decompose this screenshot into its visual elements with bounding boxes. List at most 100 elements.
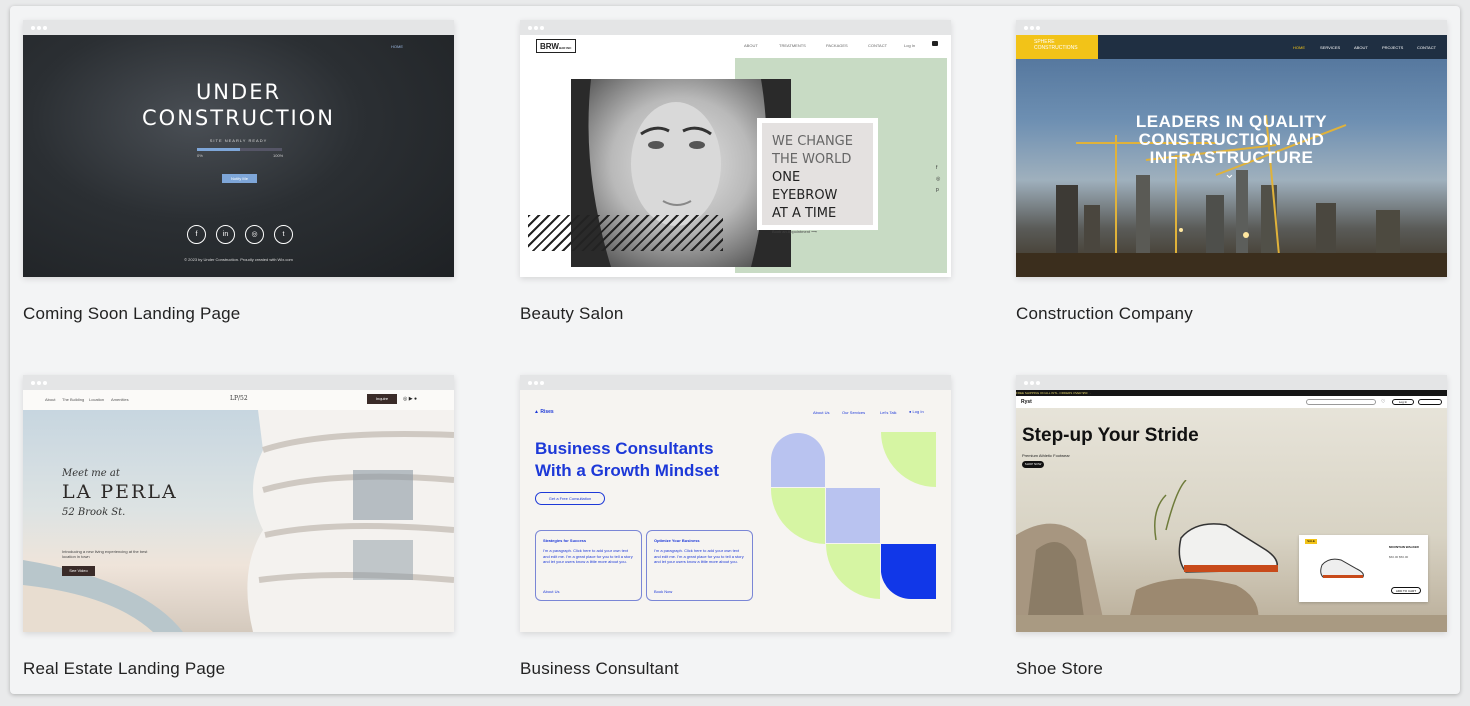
- template-card-construction[interactable]: SPHERE CONSTRUCTIONS HOME SERVICES ABOUT…: [1016, 20, 1447, 323]
- preview-progress-bar: [197, 148, 282, 151]
- preview-nav-treatments: TREATMENTS: [779, 43, 806, 48]
- preview-subline: SITE NEARLY READY: [209, 138, 268, 143]
- preview-nav-about: ABOUT: [1354, 45, 1368, 50]
- template-card-beauty-salon[interactable]: BRWBAR INC ABOUT TREATMENTS PACKAGES CON…: [520, 20, 951, 323]
- preview-nav-services: Our Services: [842, 410, 866, 415]
- preview-business-consultant: ▲ Rises About Us Our Services Let's Talk…: [520, 390, 951, 632]
- preview-inquire-button: Inquire: [367, 394, 397, 404]
- headline-line-3: ONE EYEBROW: [772, 170, 838, 203]
- template-card-coming-soon[interactable]: HOME UNDER CONSTRUCTION SITE NEARLY READ…: [23, 20, 454, 323]
- preview-login: ● Log In: [909, 409, 924, 414]
- headline-line-4: AT A TIME: [772, 206, 837, 221]
- preview-coming-soon: HOME UNDER CONSTRUCTION SITE NEARLY READ…: [23, 35, 454, 277]
- preview-cta: Get a Free Consultation: [535, 492, 605, 505]
- template-thumbnail[interactable]: BRWBAR INC ABOUT TREATMENTS PACKAGES CON…: [520, 20, 951, 277]
- template-title[interactable]: Construction Company: [1016, 304, 1193, 324]
- template-gallery: HOME UNDER CONSTRUCTION SITE NEARLY READ…: [10, 6, 1460, 694]
- preview-headline-1: UNDER: [195, 80, 282, 104]
- cart-icon: [1418, 399, 1442, 405]
- instagram-icon: ◎: [403, 396, 408, 402]
- headline-line-2: THE WORLD: [772, 152, 852, 167]
- instagram-icon: ◎: [245, 225, 264, 244]
- product-shoe-icon: [1320, 558, 1364, 578]
- preview-subline: Premium Athletic Footwear: [1022, 453, 1070, 458]
- preview-headline: LEADERS IN QUALITY CONSTRUCTION AND INFR…: [1135, 112, 1328, 167]
- preview-nav-amenities: Amenities: [111, 397, 129, 402]
- template-card-real-estate[interactable]: About The Building Location Amenities LP…: [23, 375, 454, 678]
- add-to-cart-button: ADD TO CART: [1391, 587, 1421, 594]
- facebook-icon: ●: [414, 396, 418, 402]
- preview-nav-services: SERVICES: [1320, 45, 1341, 50]
- preview-box-1: Strategies for Success I'm a paragraph. …: [535, 530, 642, 601]
- preview-headline: Step-up Your Stride: [1022, 425, 1199, 446]
- preview-social-column: f ◎ p: [936, 163, 940, 196]
- preview-logo: BRWBAR INC: [536, 39, 576, 53]
- template-title[interactable]: Shoe Store: [1016, 659, 1103, 679]
- preview-construction: SPHERE CONSTRUCTIONS HOME SERVICES ABOUT…: [1016, 35, 1447, 277]
- preview-hatch-pattern: [528, 215, 723, 251]
- progress-start: 0%: [197, 153, 203, 158]
- template-thumbnail[interactable]: ▲ Rises About Us Our Services Let's Talk…: [520, 375, 951, 632]
- preview-blurb: Introducing a new living experiencing at…: [62, 549, 148, 559]
- youtube-icon: ▶: [408, 396, 413, 402]
- preview-nav-building: The Building: [62, 397, 85, 402]
- preview-title: LA PERLA: [62, 481, 178, 503]
- heart-icon: ♡: [1381, 399, 1386, 405]
- browser-chrome: [23, 375, 454, 390]
- preview-logo: LP/52: [230, 395, 248, 402]
- template-card-shoe-store[interactable]: FREE SHIPPING ON ALL INTL. ORDERS OVER $…: [1016, 375, 1447, 678]
- preview-building-photo: [23, 410, 454, 632]
- preview-shoe-store: FREE SHIPPING ON ALL INTL. ORDERS OVER $…: [1016, 390, 1447, 632]
- facebook-icon: f: [936, 165, 938, 171]
- preview-nav-projects: PROJECTS: [1382, 45, 1404, 50]
- preview-headline-2: CONSTRUCTION: [142, 106, 335, 130]
- preview-geometric-art: [771, 432, 936, 600]
- template-thumbnail[interactable]: About The Building Location Amenities LP…: [23, 375, 454, 632]
- preview-nav-packages: PACKAGES: [826, 43, 848, 48]
- template-title[interactable]: Coming Soon Landing Page: [23, 304, 240, 324]
- preview-nav-contact: CONTACT: [868, 43, 888, 48]
- preview-login: Log In: [904, 43, 916, 48]
- twitter-icon: t: [274, 225, 293, 244]
- preview-nav-contact: CONTACT: [1417, 45, 1437, 50]
- preview-logo: ▲ Rises: [534, 409, 554, 415]
- preview-nav-about: About: [45, 397, 56, 402]
- sale-badge: SALE: [1305, 539, 1317, 544]
- preview-headline: Business Consultants With a Growth Minds…: [535, 439, 720, 480]
- preview-progress-fill: [197, 148, 240, 151]
- instagram-icon: ◎: [936, 176, 941, 182]
- preview-nav-talk: Let's Talk: [880, 410, 897, 415]
- arrow-right-icon: ⟶: [811, 229, 817, 234]
- preview-box-2: Optimize Your Business I'm a paragraph. …: [646, 530, 753, 601]
- template-card-business-consultant[interactable]: ▲ Rises About Us Our Services Let's Talk…: [520, 375, 951, 678]
- template-title[interactable]: Business Consultant: [520, 659, 679, 679]
- browser-chrome: [520, 20, 951, 35]
- preview-shop-button: SHOP NOW: [1022, 461, 1044, 468]
- preview-nav-home: HOME: [391, 44, 403, 49]
- pinterest-icon: p: [936, 187, 939, 193]
- linkedin-icon: in: [216, 225, 235, 244]
- user-icon: ●: [909, 409, 912, 414]
- logo-icon: ▲: [534, 409, 539, 415]
- preview-footer: © 2023 by Under Construction. Proudly cr…: [184, 257, 293, 262]
- preview-cta: Book an Appointment ⟶: [772, 229, 817, 234]
- preview-logo: Ryst: [1021, 399, 1032, 405]
- progress-end: 100%: [273, 153, 284, 158]
- template-thumbnail[interactable]: HOME UNDER CONSTRUCTION SITE NEARLY READ…: [23, 20, 454, 277]
- headline-line-1: WE CHANGE: [772, 134, 853, 149]
- template-thumbnail[interactable]: SPHERE CONSTRUCTIONS HOME SERVICES ABOUT…: [1016, 20, 1447, 277]
- product-price: $60.00 $50.00: [1389, 555, 1409, 559]
- preview-nav-about: About Us: [813, 410, 830, 415]
- preview-kicker: Meet me at: [62, 468, 120, 479]
- template-title[interactable]: Real Estate Landing Page: [23, 659, 225, 679]
- chevron-down-icon: ⌄: [1224, 166, 1235, 181]
- preview-product-card: SALE MOUNTAIN WALKER $60.00 $50.00 ADD T…: [1299, 535, 1428, 602]
- browser-chrome: [520, 375, 951, 390]
- template-thumbnail[interactable]: FREE SHIPPING ON ALL INTL. ORDERS OVER $…: [1016, 375, 1447, 632]
- preview-social-icons: ◎ ▶ ●: [403, 396, 417, 402]
- template-title[interactable]: Beauty Salon: [520, 304, 624, 324]
- preview-address: 52 Brook St.: [62, 507, 126, 518]
- preview-logo: SPHERE CONSTRUCTIONS: [1016, 35, 1098, 59]
- cart-icon: [932, 41, 938, 46]
- preview-headline-card: WE CHANGE THE WORLD ONE EYEBROW AT A TIM…: [757, 118, 878, 234]
